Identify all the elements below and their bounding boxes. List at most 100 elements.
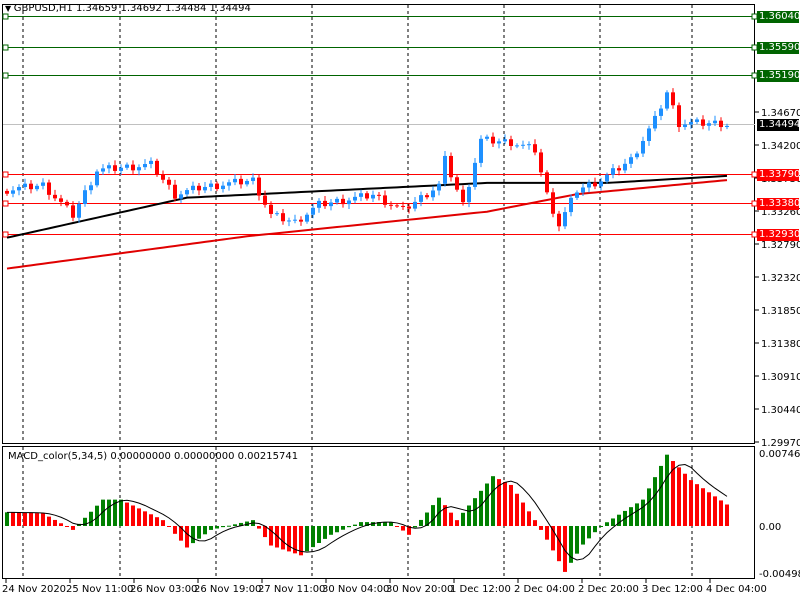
time-axis-label: 24 Nov 2020 — [2, 584, 66, 595]
level-price-label[interactable]: 1.32930 — [757, 228, 800, 241]
macd-histogram-bar — [587, 526, 591, 539]
macd-histogram-bar — [491, 476, 495, 526]
macd-histogram-bar — [317, 526, 321, 543]
candle-body — [659, 108, 663, 116]
macd-histogram-bar — [281, 526, 285, 550]
level-price-label[interactable]: 1.36040 — [757, 10, 800, 23]
time-axis-label: 27 Nov 11:00 — [258, 584, 325, 595]
candle-body — [677, 105, 681, 128]
candle-body — [287, 220, 291, 222]
macd-histogram-bar — [23, 512, 27, 526]
level-price-label[interactable]: 1.33790 — [757, 168, 800, 181]
macd-histogram-bar — [677, 467, 681, 526]
level-handle — [2, 44, 9, 51]
candle-body — [209, 183, 213, 187]
candle-body — [281, 213, 285, 222]
candle-body — [155, 160, 159, 175]
candle-body — [581, 187, 585, 193]
macd-histogram-bar — [719, 500, 723, 526]
macd-histogram-bar — [89, 511, 93, 526]
candle-body — [215, 183, 219, 190]
macd-histogram-bar — [29, 512, 33, 526]
macd-histogram-bar — [689, 480, 693, 526]
macd-histogram-bar — [695, 484, 699, 526]
candle-body — [293, 219, 297, 221]
candle-body — [683, 124, 687, 128]
time-axis-label: 2 Dec 04:00 — [514, 584, 575, 595]
candle-body — [5, 190, 9, 194]
time-axis-label: 25 Nov 11:00 — [66, 584, 133, 595]
candle-body — [383, 195, 387, 205]
candle-body — [275, 213, 279, 215]
macd-histogram-bar — [41, 513, 45, 526]
macd-histogram-bar — [173, 526, 177, 534]
price-tick-label: 1.32320 — [761, 273, 800, 284]
candle-body — [113, 165, 117, 171]
macd-histogram-bar — [143, 511, 147, 526]
candle-body — [449, 155, 453, 178]
time-axis-label: 26 Nov 03:00 — [130, 584, 197, 595]
macd-histogram-bar — [611, 518, 615, 526]
candle-body — [59, 198, 63, 202]
level-price-label[interactable]: 1.35590 — [757, 41, 800, 54]
macd-histogram-bar — [347, 526, 351, 528]
candle-body — [335, 198, 339, 203]
candle-body — [641, 140, 645, 154]
candle-body — [329, 202, 333, 207]
candle-body — [599, 181, 603, 187]
candle-body — [689, 121, 693, 125]
time-axis-label: 30 Nov 20:00 — [386, 584, 453, 595]
macd-histogram-bar — [521, 502, 525, 526]
candle-body — [317, 200, 321, 208]
candle-body — [119, 167, 123, 171]
macd-histogram-bar — [161, 520, 165, 526]
candle-body — [107, 165, 111, 169]
candle-body — [617, 168, 621, 171]
macd-histogram-bar — [341, 526, 345, 530]
candle-body — [221, 185, 225, 190]
candle-body — [365, 193, 369, 199]
chart-canvas[interactable]: 1.346701.342001.337301.332601.327901.323… — [0, 0, 800, 600]
candle-body — [269, 204, 273, 214]
time-axis-label: 2 Dec 20:00 — [578, 584, 639, 595]
macd-histogram-bar — [449, 512, 453, 526]
candle-body — [149, 160, 153, 165]
macd-histogram-bar — [119, 499, 123, 526]
macd-histogram-bar — [485, 483, 489, 526]
macd-histogram-bar — [419, 519, 423, 526]
candle-body — [173, 184, 177, 199]
macd-histogram-bar — [53, 519, 57, 526]
macd-histogram-bar — [683, 473, 687, 526]
candle-body — [125, 164, 129, 168]
level-price-label[interactable]: 1.35190 — [757, 69, 800, 82]
level-price-label[interactable]: 1.33380 — [757, 197, 800, 210]
macd-histogram-bar — [659, 465, 663, 526]
candle-body — [719, 120, 723, 128]
macd-axis-label: 0.00 — [759, 522, 781, 533]
candle-body — [95, 171, 99, 186]
price-tick-label: 1.31850 — [761, 306, 800, 317]
candle-body — [239, 178, 243, 185]
candle-body — [503, 139, 507, 142]
candle-body — [83, 190, 87, 204]
candle-body — [311, 207, 315, 215]
macd-histogram-bar — [527, 511, 531, 526]
macd-histogram-bar — [359, 522, 363, 526]
macd-histogram-bar — [47, 516, 51, 526]
candle-body — [371, 194, 375, 199]
macd-histogram-bar — [11, 512, 15, 526]
macd-histogram-bar — [71, 526, 75, 530]
macd-histogram-bar — [401, 526, 405, 531]
candle-body — [23, 183, 27, 188]
candle-body — [443, 155, 447, 184]
macd-histogram-bar — [713, 496, 717, 526]
macd-histogram-bar — [467, 505, 471, 526]
candle-body — [353, 196, 357, 201]
candle-body — [437, 183, 441, 191]
macd-histogram-bar — [209, 526, 213, 530]
triangle-down-icon[interactable]: ▼ — [5, 4, 14, 13]
candle-body — [557, 213, 561, 227]
candle-body — [257, 177, 261, 196]
macd-histogram-bar — [575, 526, 579, 554]
candle-body — [467, 186, 471, 203]
